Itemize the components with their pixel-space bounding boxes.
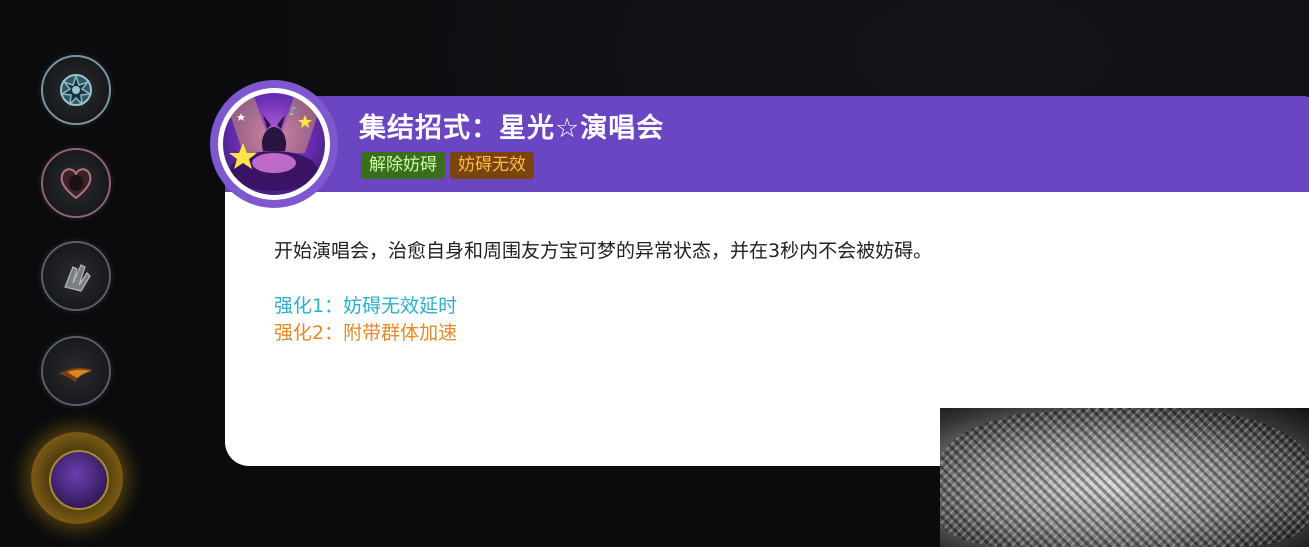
- star-concert-icon: [49, 450, 109, 510]
- skill-button-3[interactable]: [41, 241, 111, 311]
- skill-portrait: ♪: [210, 80, 338, 208]
- hand-wave-icon: [64, 264, 91, 292]
- skill-tags: 解除妨碍 妨碍无效: [361, 152, 534, 179]
- tag-cleanse: 解除妨碍: [361, 152, 445, 179]
- skill-description: 开始演唱会，治愈自身和周围友方宝可梦的异常状态，并在3秒内不会被妨碍。: [274, 240, 933, 262]
- enhancement-1: 强化1：妨碍无效延时: [274, 295, 458, 317]
- skill-list: [0, 0, 150, 547]
- skill-button-2[interactable]: [41, 148, 111, 218]
- enhancement-2: 强化2：附带群体加速: [274, 322, 458, 344]
- concert-art: ♪: [223, 93, 325, 191]
- skill-button-4[interactable]: [41, 336, 111, 406]
- heart-silhouette-icon: [60, 168, 92, 200]
- tooltip-header: 集结招式：星光☆演唱会 解除妨碍 妨碍无效: [225, 96, 1309, 192]
- fire-swirl-icon: [59, 367, 93, 382]
- gear-burst-icon: [59, 73, 93, 107]
- skill-button-selected[interactable]: [31, 432, 123, 524]
- skill-title: 集结招式：星光☆演唱会: [359, 113, 665, 144]
- svg-text:♪: ♪: [289, 104, 297, 118]
- star-concert-icon: ♪: [223, 93, 325, 195]
- blurred-watermark-area: [940, 408, 1309, 547]
- tag-unstoppable: 妨碍无效: [450, 152, 534, 179]
- skill-button-1[interactable]: [41, 55, 111, 125]
